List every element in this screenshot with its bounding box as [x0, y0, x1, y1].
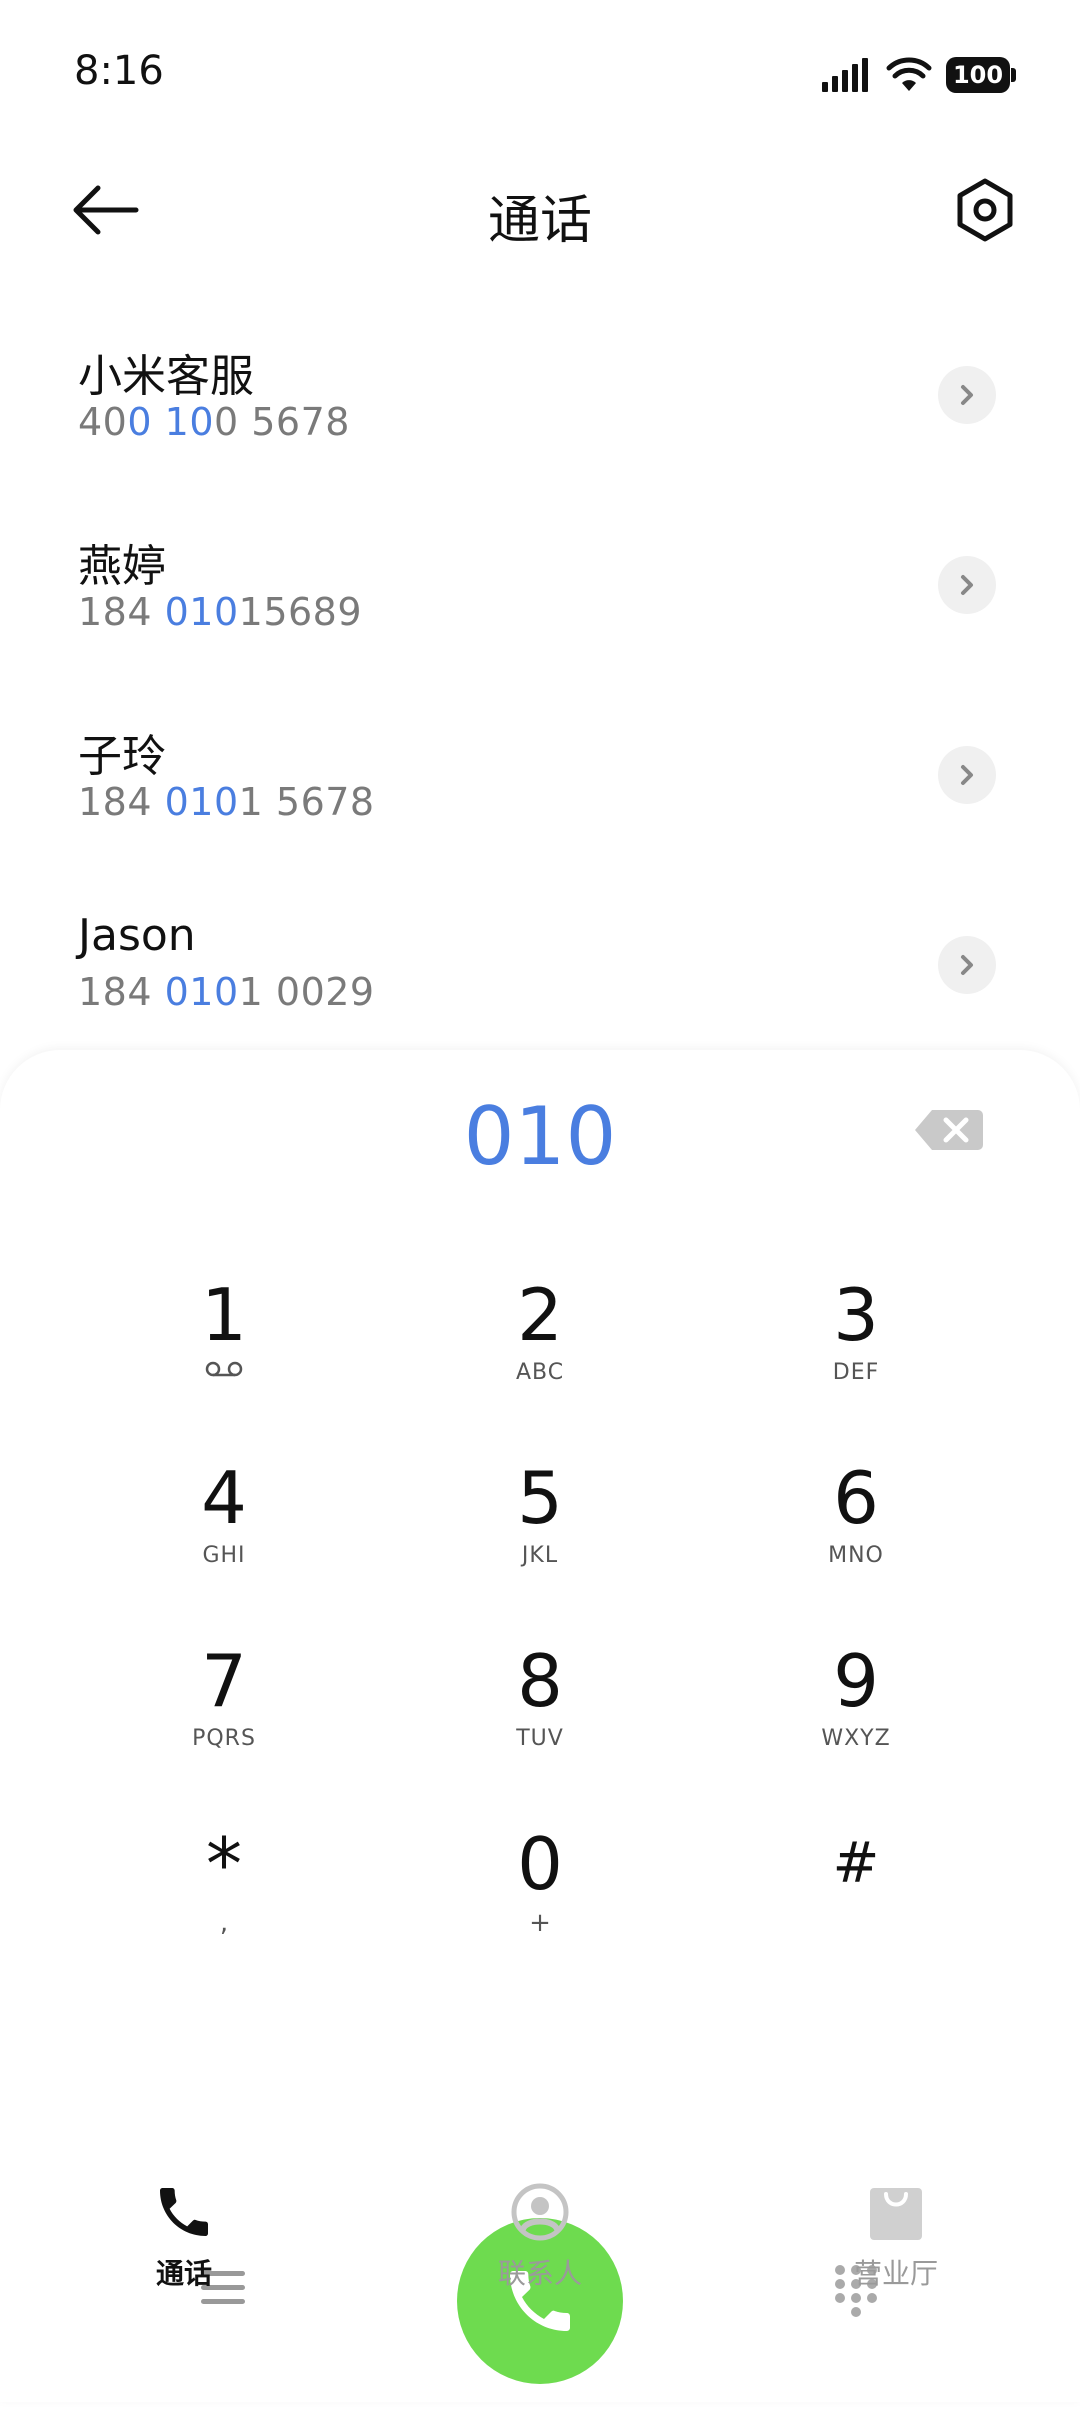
key-7[interactable]: 7 PQRS: [124, 1636, 324, 1776]
shopping-bag-icon: [870, 2188, 922, 2240]
key-2[interactable]: 2 ABC: [440, 1270, 640, 1410]
key-0[interactable]: 0 +: [440, 1819, 640, 1959]
chevron-right-icon: [961, 385, 973, 405]
key-letters: JKL: [521, 1543, 559, 1568]
tab-contacts-label: 联系人: [497, 2257, 582, 2290]
key-6[interactable]: 6 MNO: [756, 1453, 956, 1593]
key-letters: MNO: [828, 1543, 884, 1568]
phone-icon: [160, 2188, 208, 2236]
contact-number: 184 0101 0029: [78, 970, 375, 1014]
wifi-icon: [886, 57, 932, 91]
backspace-button[interactable]: [914, 1108, 984, 1158]
key-letters: GHI: [202, 1543, 246, 1568]
contact-name: 子玲: [78, 731, 166, 782]
status-icons: 100: [822, 55, 1016, 95]
key-digit: 8: [517, 1639, 563, 1723]
chevron-right-icon: [961, 765, 973, 785]
tab-store-label: 营业厅: [853, 2257, 938, 2290]
key-4[interactable]: 4 GHI: [124, 1453, 324, 1593]
app-bar: 通话: [0, 150, 1080, 270]
key-digit: 6: [833, 1456, 879, 1540]
contact-name: 燕婷: [78, 541, 166, 592]
key-digit: 7: [201, 1639, 247, 1723]
tab-calls[interactable]: 通话: [84, 2180, 284, 2292]
contacts-icon: [511, 2183, 569, 2241]
key-hash[interactable]: #: [756, 1819, 956, 1959]
status-time: 8:16: [74, 48, 164, 94]
key-letters: PQRS: [192, 1726, 256, 1751]
contact-name: Jason: [78, 910, 196, 961]
contact-detail-button[interactable]: [938, 366, 996, 424]
key-9[interactable]: 9 WXYZ: [756, 1636, 956, 1776]
key-star[interactable]: * ,: [124, 1819, 324, 1959]
key-digit: 4: [201, 1456, 247, 1540]
key-digit: #: [832, 1831, 880, 1896]
contact-number: 400 100 5678: [78, 400, 350, 444]
contact-detail-button[interactable]: [938, 556, 996, 614]
key-digit: 9: [833, 1639, 879, 1723]
key-digit: 2: [517, 1273, 563, 1357]
contact-result[interactable]: 子玲 184 0101 5678: [0, 690, 1080, 880]
key-1[interactable]: 1: [124, 1270, 324, 1410]
key-letters: ABC: [515, 1360, 565, 1385]
contact-result[interactable]: Jason 184 0101 0029: [0, 880, 1080, 1070]
key-3[interactable]: 3 DEF: [756, 1270, 956, 1410]
contact-detail-button[interactable]: [938, 936, 996, 994]
tab-contacts[interactable]: 联系人: [440, 2180, 640, 2292]
contact-result[interactable]: 小米客服 400 100 5678: [0, 310, 1080, 500]
contact-results-list: 小米客服 400 100 5678 燕婷 184 01015689 子玲 184…: [0, 310, 1080, 1070]
key-digit: *: [206, 1822, 242, 1906]
backspace-icon: [915, 1110, 983, 1150]
key-8[interactable]: 8 TUV: [440, 1636, 640, 1776]
settings-button[interactable]: [952, 177, 1018, 243]
key-letters: +: [529, 1908, 551, 1938]
status-bar: 8:16 100: [0, 0, 1080, 150]
key-digit: 5: [517, 1456, 563, 1540]
voicemail-icon: [205, 1361, 243, 1377]
key-letters: WXYZ: [821, 1726, 891, 1751]
bottom-nav: 通话 联系人 营业厅: [0, 2180, 1080, 2300]
contact-name: 小米客服: [78, 351, 254, 402]
key-digit: 0: [517, 1822, 563, 1906]
key-letters: DEF: [832, 1360, 880, 1385]
key-digit: 1: [201, 1273, 247, 1357]
contact-result[interactable]: 燕婷 184 01015689: [0, 500, 1080, 690]
contact-number: 184 0101 5678: [78, 780, 375, 824]
tab-calls-label: 通话: [155, 2257, 212, 2290]
settings-icon: [957, 178, 1013, 242]
contact-number: 184 01015689: [78, 590, 363, 634]
key-letters: ,: [219, 1908, 229, 1938]
contact-detail-button[interactable]: [938, 746, 996, 804]
key-digit: 3: [833, 1273, 879, 1357]
key-5[interactable]: 5 JKL: [440, 1453, 640, 1593]
battery-indicator: 100: [946, 57, 1016, 93]
page-title: 通话: [487, 191, 592, 251]
tab-store[interactable]: 营业厅: [796, 2180, 996, 2292]
chevron-right-icon: [961, 955, 973, 975]
chevron-right-icon: [961, 575, 973, 595]
key-letters: TUV: [516, 1726, 564, 1751]
signal-icon: [822, 58, 868, 92]
